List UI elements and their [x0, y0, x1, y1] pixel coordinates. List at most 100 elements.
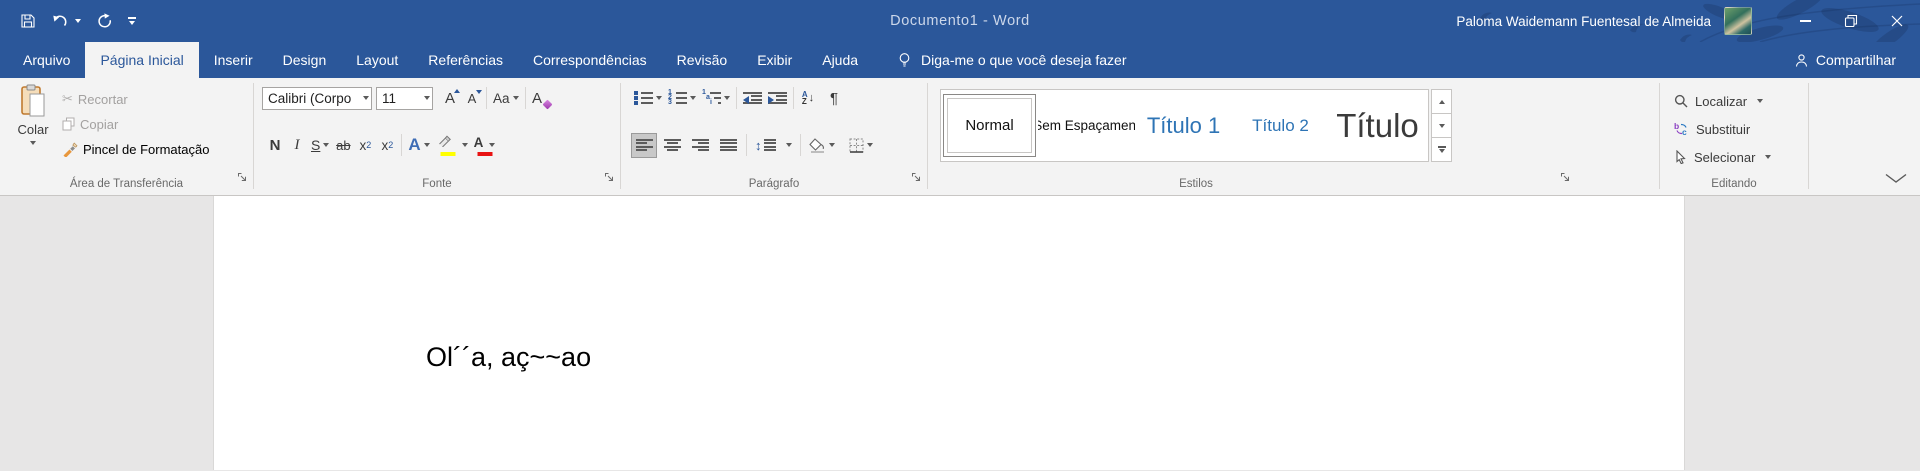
font-color-button[interactable]: A: [471, 133, 499, 158]
close-button[interactable]: [1874, 0, 1920, 42]
style-titulo-2[interactable]: Título 2: [1232, 90, 1329, 161]
style-normal[interactable]: Normal: [941, 90, 1038, 161]
align-left-icon: [635, 138, 653, 152]
style-titulo-1-label: Título 1: [1146, 112, 1221, 138]
bullets-button[interactable]: [631, 86, 665, 111]
minimize-button[interactable]: [1782, 0, 1828, 42]
numbering-button[interactable]: [665, 86, 699, 111]
styles-gallery-more-button[interactable]: [1431, 138, 1452, 162]
subscript-button[interactable]: x2: [354, 133, 376, 158]
chevron-down-icon: [75, 19, 81, 23]
customize-qat-button[interactable]: [128, 17, 136, 25]
styles-scroll-up-button[interactable]: [1431, 89, 1452, 114]
tab-layout[interactable]: Layout: [341, 42, 413, 78]
style-titulo[interactable]: Título: [1329, 90, 1426, 161]
user-avatar[interactable]: [1724, 7, 1752, 35]
tab-pagina-inicial[interactable]: Página Inicial: [85, 42, 199, 78]
cut-button[interactable]: ✂ Recortar: [62, 87, 128, 111]
document-page[interactable]: Ol´´a, aç~~ao: [213, 196, 1685, 470]
tab-design[interactable]: Design: [268, 42, 342, 78]
change-case-button[interactable]: Aa: [490, 86, 522, 111]
copy-button[interactable]: Copiar: [62, 112, 118, 136]
tab-correspondencias[interactable]: Correspondências: [518, 42, 662, 78]
account-user-name[interactable]: Paloma Waidemann Fuentesal de Almeida: [1456, 14, 1711, 29]
paste-button[interactable]: Colar: [8, 84, 58, 170]
collapse-ribbon-icon: [1885, 173, 1907, 183]
font-size-combobox[interactable]: 11: [376, 86, 433, 110]
copy-label: Copiar: [80, 116, 119, 132]
justify-button[interactable]: [715, 133, 741, 158]
underline-button[interactable]: S: [308, 133, 332, 158]
tab-ajuda[interactable]: Ajuda: [807, 42, 873, 78]
font-dialog-launcher[interactable]: [604, 170, 615, 188]
tab-referencias[interactable]: Referências: [413, 42, 518, 78]
show-paragraph-marks-button[interactable]: ¶: [823, 86, 845, 111]
tab-revisao[interactable]: Revisão: [662, 42, 743, 78]
subscript-digit: 2: [366, 140, 372, 150]
align-center-icon: [663, 138, 681, 152]
redo-button[interactable]: [96, 13, 113, 29]
chevron-down-icon: [690, 96, 696, 100]
align-right-button[interactable]: [687, 133, 713, 158]
undo-button[interactable]: [51, 13, 81, 29]
style-titulo-2-label: Título 2: [1252, 115, 1309, 135]
gallery-more-icon: [1437, 146, 1446, 148]
line-spacing-button[interactable]: ↕: [752, 133, 795, 158]
superscript-glyph: x: [381, 137, 389, 153]
clear-formatting-glyph: A: [532, 89, 543, 107]
save-button[interactable]: [20, 13, 36, 29]
style-sem-espacamento[interactable]: Sem Espaçament: [1038, 90, 1135, 161]
font-name-combobox[interactable]: Calibri (Corpo: [262, 86, 372, 110]
separator: [486, 87, 487, 109]
align-left-button[interactable]: [631, 132, 657, 158]
styles-dialog-launcher[interactable]: [1560, 170, 1571, 188]
grow-font-button[interactable]: A: [439, 86, 461, 111]
paragraph-dialog-launcher[interactable]: [911, 170, 922, 188]
tab-exibir[interactable]: Exibir: [742, 42, 807, 78]
strikethrough-button[interactable]: ab: [332, 133, 354, 158]
clipboard-dialog-launcher[interactable]: [237, 170, 248, 188]
tab-arquivo[interactable]: Arquivo: [8, 42, 85, 78]
highlight-color-button[interactable]: [433, 133, 468, 158]
change-case-glyph: Aa: [493, 90, 510, 106]
share-button[interactable]: Compartilhar: [1794, 42, 1896, 78]
style-titulo-label: Título: [1336, 106, 1419, 144]
collapse-ribbon-button[interactable]: [1884, 171, 1908, 189]
find-button[interactable]: Localizar: [1674, 89, 1764, 113]
group-label-styles: Estilos: [1179, 178, 1213, 190]
document-text[interactable]: Ol´´a, aç~~ao: [426, 342, 591, 373]
italic-button[interactable]: I: [286, 133, 308, 158]
customize-qat-icon: [128, 17, 136, 19]
multilevel-list-button[interactable]: [699, 86, 733, 111]
minimize-icon: [1799, 20, 1811, 22]
search-icon: [1674, 94, 1688, 108]
tab-inserir[interactable]: Inserir: [199, 42, 268, 78]
dialog-launcher-icon: [238, 173, 246, 181]
replace-button[interactable]: b c Substituir: [1674, 117, 1750, 141]
group-font: Calibri (Corpo 11 A A Aa A N I S ab x 2 …: [254, 78, 620, 195]
chevron-down-icon: [785, 143, 792, 147]
borders-button[interactable]: [846, 133, 876, 158]
select-button[interactable]: Selecionar: [1674, 145, 1772, 169]
increase-indent-button[interactable]: [765, 86, 790, 111]
replace-label: Substituir: [1696, 121, 1751, 137]
shrink-font-button[interactable]: A: [461, 86, 483, 111]
ribbon-tab-row: Arquivo Página Inicial Inserir Design La…: [0, 42, 1920, 78]
format-painter-label: Pincel de Formatação: [83, 141, 210, 157]
text-effects-button[interactable]: A: [405, 133, 432, 158]
decrease-indent-button[interactable]: [740, 86, 765, 111]
bold-button[interactable]: N: [264, 133, 286, 158]
svg-text:c: c: [1682, 127, 1687, 136]
superscript-button[interactable]: x2: [376, 133, 398, 158]
align-center-button[interactable]: [659, 133, 685, 158]
sort-button[interactable]: AZ ↓: [797, 86, 819, 111]
shading-button[interactable]: [806, 133, 838, 158]
styles-scroll-down-button[interactable]: [1431, 114, 1452, 138]
style-titulo-1[interactable]: Título 1: [1135, 90, 1232, 161]
group-separator: [1808, 83, 1809, 189]
tell-me-box[interactable]: Diga-me o que você deseja fazer: [897, 42, 1127, 78]
tell-me-label: Diga-me o que você deseja fazer: [921, 52, 1127, 68]
clear-formatting-button[interactable]: A: [529, 86, 552, 111]
format-painter-button[interactable]: Pincel de Formatação: [62, 137, 209, 161]
restore-button[interactable]: [1828, 0, 1874, 42]
